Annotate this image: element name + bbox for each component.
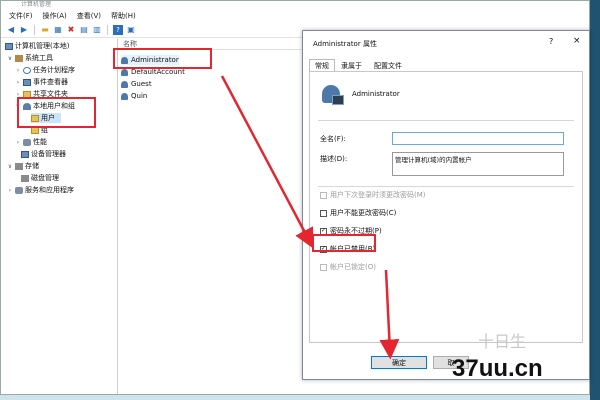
annotation-arrow <box>220 75 314 249</box>
annotation-arrow <box>379 269 400 360</box>
watermark-faint: 十日生 <box>478 334 527 351</box>
watermark: 37uu.cn <box>452 355 543 382</box>
